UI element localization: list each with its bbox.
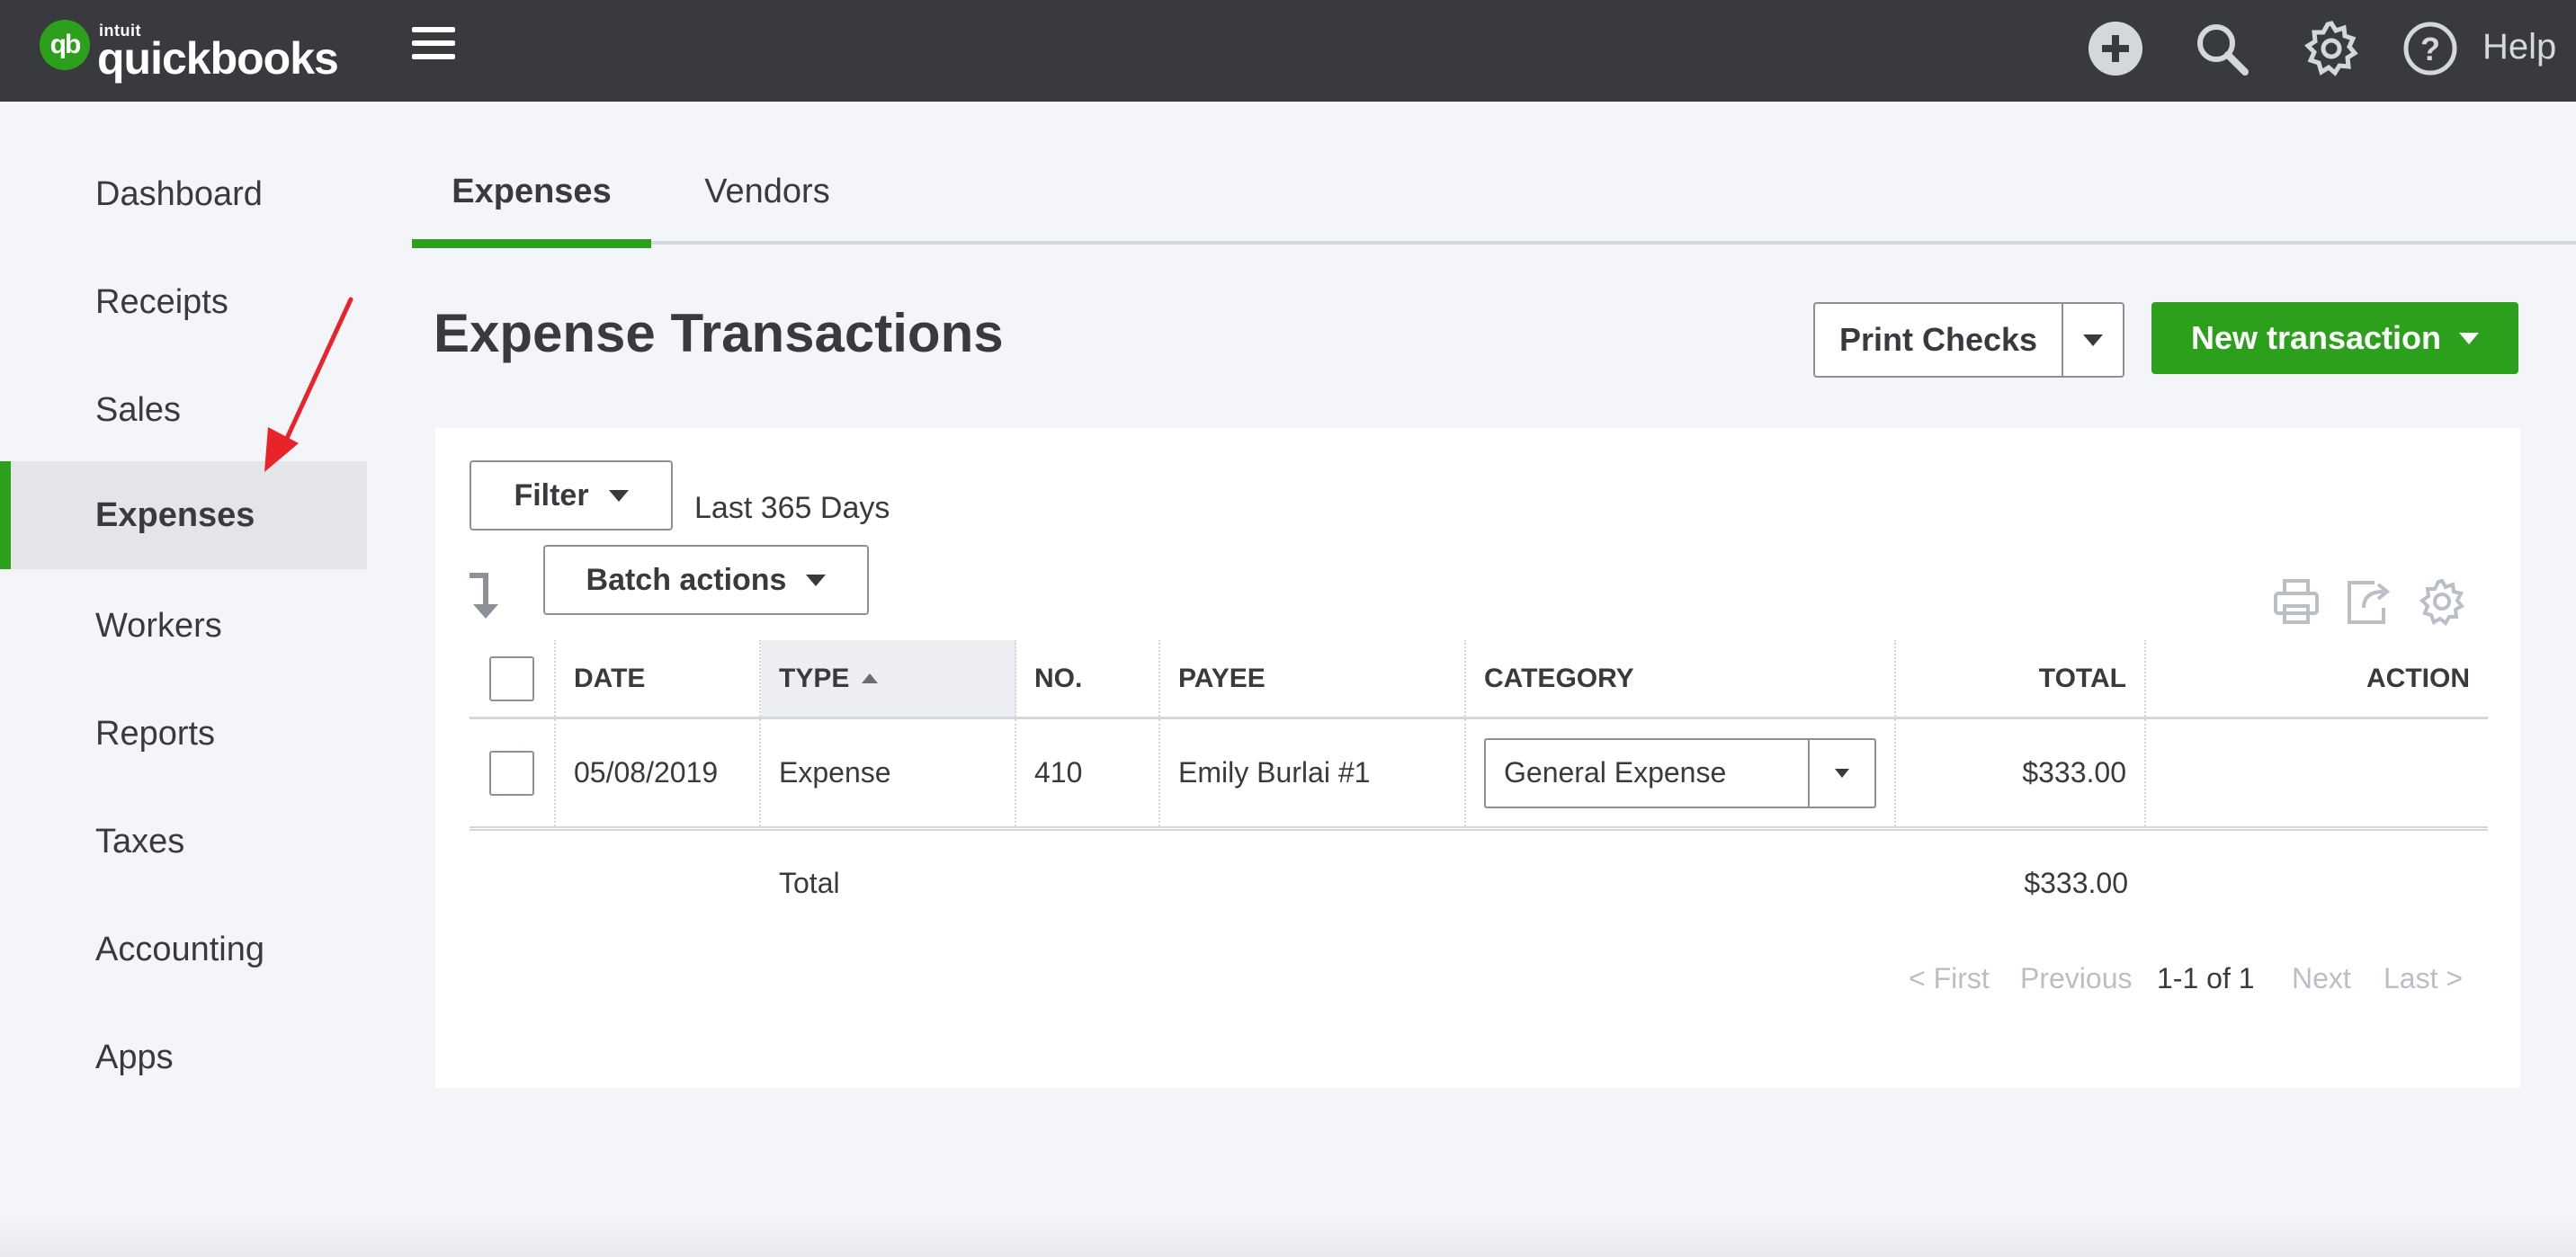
page-title: Expense Transactions (434, 303, 1004, 363)
pagination-previous[interactable]: Previous (2020, 962, 2133, 995)
pagination-range: 1-1 of 1 (2157, 962, 2255, 994)
row-date: 05/08/2019 (556, 719, 761, 826)
help-icon[interactable]: ? (2402, 20, 2459, 77)
hamburger-menu-icon[interactable] (412, 27, 455, 63)
column-header-no[interactable]: NO. (1016, 640, 1160, 717)
chevron-down-icon (2459, 332, 2480, 344)
column-header-total[interactable]: TOTAL (1896, 640, 2146, 717)
plus-icon[interactable] (2087, 20, 2144, 77)
tab-expenses[interactable]: Expenses (412, 144, 651, 248)
table-total-row: Total $333.00 (470, 831, 2488, 935)
tab-vendors[interactable]: Vendors (673, 144, 862, 248)
column-header-category[interactable]: CATEGORY (1466, 640, 1896, 717)
print-checks-dropdown-icon[interactable] (2063, 304, 2123, 376)
row-category-cell: General Expense (1466, 719, 1896, 826)
select-all-checkbox[interactable] (489, 655, 534, 701)
batch-actions-label: Batch actions (586, 562, 787, 597)
table-row[interactable]: 05/08/2019 Expense 410 Emily Burlai #1 G… (470, 719, 2488, 831)
total-spacer (1016, 831, 1160, 935)
category-dropdown-icon[interactable] (1810, 740, 1874, 807)
table-header-row: DATE TYPE NO. PAYEE CATEGORY TOTAL ACTIO… (470, 640, 2488, 719)
top-bar: qb intuit quickbooks ? Help (0, 0, 2576, 102)
export-icon[interactable] (2344, 577, 2393, 626)
row-action[interactable] (2146, 719, 2488, 826)
column-header-type[interactable]: TYPE (761, 640, 1016, 717)
filter-label: Filter (514, 477, 589, 513)
total-spacer (556, 831, 761, 935)
sort-ascending-icon (862, 673, 879, 683)
chevron-down-icon (806, 574, 827, 586)
category-select[interactable]: General Expense (1484, 737, 1876, 808)
category-select-value: General Expense (1486, 739, 1810, 807)
row-select-cell (470, 719, 556, 826)
batch-select-arrow-icon[interactable] (464, 572, 504, 620)
sidebar-item-apps[interactable]: Apps (0, 1003, 367, 1111)
total-spacer (1160, 831, 1466, 935)
new-transaction-label: New transaction (2190, 319, 2442, 356)
row-payee: Emily Burlai #1 (1160, 719, 1466, 826)
print-icon[interactable] (2272, 577, 2321, 626)
new-transaction-button[interactable]: New transaction (2151, 302, 2518, 374)
page-footer-shadow (0, 1214, 2576, 1257)
select-all-cell (470, 640, 556, 717)
row-no: 410 (1016, 719, 1160, 826)
chevron-down-icon (608, 489, 629, 502)
print-checks-label[interactable]: Print Checks (1815, 304, 2063, 376)
print-checks-button[interactable]: Print Checks (1813, 302, 2124, 378)
row-type: Expense (761, 719, 1016, 826)
red-annotation-arrow-icon (264, 297, 353, 472)
column-header-date[interactable]: DATE (556, 640, 761, 717)
total-value: $333.00 (2024, 866, 2128, 899)
sidebar-item-workers[interactable]: Workers (0, 572, 367, 680)
svg-text:?: ? (2420, 31, 2440, 67)
gear-icon[interactable] (2303, 20, 2360, 77)
total-spacer (2146, 831, 2488, 935)
row-checkbox[interactable] (489, 750, 534, 796)
filter-button[interactable]: Filter (470, 460, 673, 530)
search-icon[interactable] (2193, 20, 2250, 77)
sidebar-item-taxes[interactable]: Taxes (0, 788, 367, 896)
pagination-next[interactable]: Next (2292, 962, 2351, 995)
help-label[interactable]: Help (2482, 27, 2556, 67)
settings-icon[interactable] (2418, 577, 2466, 626)
qb-logo-icon: qb (40, 20, 90, 70)
pagination-first[interactable]: < First (1909, 962, 1990, 995)
pagination-last[interactable]: Last > (2384, 962, 2463, 995)
total-label: Total (779, 866, 840, 899)
quickbooks-wordmark: quickbooks (97, 33, 339, 84)
sidebar-nav: Dashboard Receipts Sales Expenses Worker… (0, 102, 367, 1257)
sidebar-item-reports[interactable]: Reports (0, 680, 367, 788)
column-header-payee[interactable]: PAYEE (1160, 640, 1466, 717)
sidebar-item-accounting[interactable]: Accounting (0, 896, 367, 1003)
total-spacer (1466, 831, 1896, 935)
date-range-text: Last 365 Days (694, 491, 890, 525)
column-header-action: ACTION (2366, 663, 2470, 693)
transactions-card: Filter Last 365 Days Batch actions DATE … (435, 428, 2520, 1088)
quickbooks-logo[interactable]: qb intuit quickbooks (40, 20, 339, 84)
row-total: $333.00 (1896, 719, 2146, 826)
total-spacer (470, 831, 556, 935)
tab-bar: Expenses Vendors (412, 144, 2576, 248)
column-header-type-label: TYPE (779, 663, 850, 693)
sidebar-item-dashboard[interactable]: Dashboard (0, 140, 367, 248)
batch-actions-button[interactable]: Batch actions (543, 545, 869, 615)
